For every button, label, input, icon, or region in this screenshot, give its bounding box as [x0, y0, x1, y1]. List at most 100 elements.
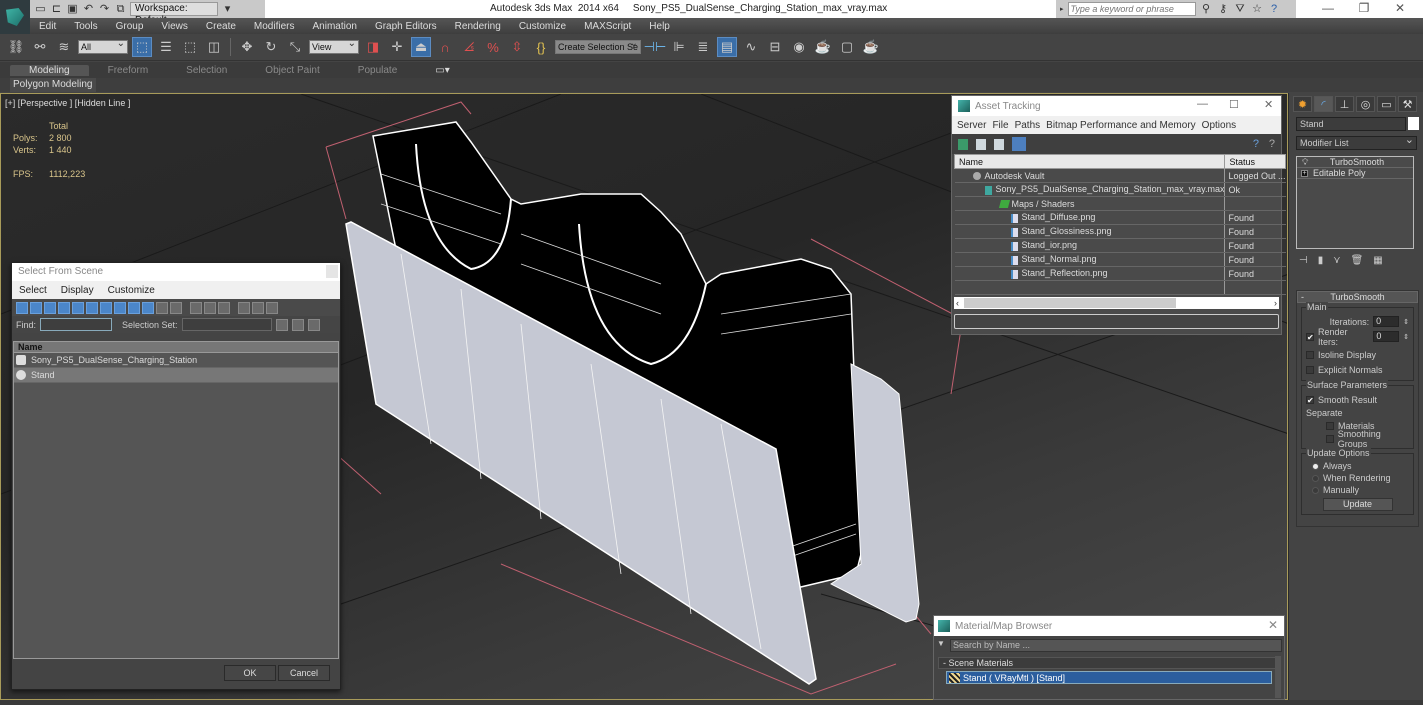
expand-icon[interactable]: +: [1301, 169, 1308, 177]
keyboard-shortcut-override-icon[interactable]: ⏏: [411, 37, 431, 57]
material-editor-icon[interactable]: ◉: [789, 37, 809, 57]
table-row[interactable]: Sony_PS5_DualSense_Charging_Station_max_…: [954, 182, 1286, 197]
tab-selection[interactable]: Selection: [167, 65, 246, 76]
list-item[interactable]: Sony_PS5_DualSense_Charging_Station: [14, 353, 338, 368]
table-view-icon[interactable]: [1012, 137, 1026, 151]
column-header-name[interactable]: Name: [953, 154, 1226, 169]
table-row[interactable]: Stand_Normal.png Found: [954, 252, 1286, 267]
spinner-snap-icon[interactable]: ⇳: [507, 37, 527, 57]
star-icon[interactable]: ☆: [1251, 3, 1264, 15]
remove-modifier-icon[interactable]: 🗑︎: [1351, 255, 1364, 266]
edit-named-selection-icon[interactable]: {}: [531, 37, 551, 57]
always-radio[interactable]: [1312, 462, 1319, 470]
menu-help[interactable]: Help: [640, 21, 679, 32]
scene-explorer-icon[interactable]: ▤: [717, 37, 737, 57]
close-button[interactable]: ✕: [1382, 0, 1418, 18]
menu-modifiers[interactable]: Modifiers: [245, 21, 304, 32]
material-search-input[interactable]: Search by Name ...: [950, 639, 1282, 652]
save-icon[interactable]: ▣: [66, 3, 79, 15]
project-folder-icon[interactable]: ⧉: [114, 3, 127, 15]
table-row[interactable]: Stand_Diffuse.png Found: [954, 210, 1286, 225]
refresh-icon[interactable]: [958, 138, 968, 150]
satellite-icon[interactable]: ⛛: [1234, 3, 1247, 15]
update-button[interactable]: Update: [1322, 498, 1393, 511]
select-none-icon[interactable]: [204, 301, 216, 314]
window-titlebar[interactable]: Asset Tracking — ☐ ✕: [952, 96, 1281, 116]
menu-maxscript[interactable]: MAXScript: [575, 21, 640, 32]
window-crossing-icon[interactable]: ◫: [204, 37, 224, 57]
isoline-display-checkbox[interactable]: [1306, 350, 1314, 359]
select-all-icon[interactable]: [190, 301, 202, 314]
list-item[interactable]: Stand: [14, 368, 338, 383]
app-menu-button[interactable]: [0, 0, 30, 34]
context-help-icon[interactable]: ?: [1269, 138, 1275, 150]
close-button[interactable]: [326, 265, 338, 278]
pin-stack-icon[interactable]: ⊣: [1299, 255, 1308, 266]
smoothing-groups-checkbox[interactable]: [1326, 434, 1334, 443]
new-file-icon[interactable]: ▭: [34, 3, 47, 15]
menu-file[interactable]: File: [989, 120, 1011, 131]
bones-filter-icon[interactable]: [128, 301, 140, 314]
restore-button[interactable]: ❐: [1346, 0, 1382, 18]
browser-options-icon[interactable]: ▼: [937, 639, 945, 648]
cancel-button[interactable]: Cancel: [278, 665, 330, 681]
ok-button[interactable]: OK: [224, 665, 276, 681]
rectangular-selection-icon[interactable]: ⬚: [180, 37, 200, 57]
mirror-icon[interactable]: ⊣⊢: [644, 37, 667, 57]
selection-set-dropdown[interactable]: [181, 318, 272, 331]
keyword-search-input[interactable]: [1067, 2, 1196, 16]
geometry-filter-icon[interactable]: [16, 301, 28, 314]
table-row[interactable]: Stand_ior.png Found: [954, 238, 1286, 253]
horizontal-scrollbar[interactable]: ‹ ›: [954, 297, 1279, 309]
align-icon[interactable]: ⊫: [669, 37, 689, 57]
render-setup-icon[interactable]: ☕: [813, 37, 833, 57]
viewport-label[interactable]: [+] [Perspective ] [Hidden Line ]: [5, 98, 130, 108]
render-production-icon[interactable]: ☕: [861, 37, 881, 57]
render-iters-checkbox[interactable]: ✔: [1306, 332, 1314, 341]
columns-icon[interactable]: [266, 301, 278, 314]
frozen-filter-icon[interactable]: [156, 301, 168, 314]
when-rendering-radio[interactable]: [1312, 474, 1319, 482]
close-button[interactable]: ✕: [1264, 98, 1273, 111]
create-selection-set-icon[interactable]: [275, 318, 288, 331]
display-tab-icon[interactable]: ▭: [1377, 96, 1396, 112]
menu-tools[interactable]: Tools: [65, 21, 106, 32]
layer-manager-icon[interactable]: ≣: [693, 37, 713, 57]
add-to-selection-set-icon[interactable]: [307, 318, 320, 331]
menu-display[interactable]: Display: [54, 285, 101, 296]
select-object-icon[interactable]: ⬚: [132, 37, 152, 57]
filter-options-icon[interactable]: [252, 301, 264, 314]
tab-freeform[interactable]: Freeform: [89, 65, 168, 76]
smooth-result-checkbox[interactable]: ✔: [1306, 395, 1314, 404]
window-titlebar[interactable]: Material/Map Browser ✕: [934, 616, 1284, 636]
menu-select[interactable]: Select: [12, 285, 54, 296]
column-header-status[interactable]: Status: [1224, 154, 1287, 169]
utilities-tab-icon[interactable]: ⚒: [1398, 96, 1417, 112]
create-tab-icon[interactable]: ✹: [1293, 96, 1312, 112]
undo-icon[interactable]: ↶: [82, 3, 95, 15]
make-unique-icon[interactable]: ⋎: [1333, 255, 1340, 266]
menu-bitmap-performance[interactable]: Bitmap Performance and Memory: [1043, 120, 1199, 131]
snaps-toggle-icon[interactable]: ∩: [435, 37, 455, 57]
cameras-filter-icon[interactable]: [58, 301, 70, 314]
ribbon-options-icon[interactable]: ▭▾: [416, 65, 468, 76]
help-icon[interactable]: ?: [1253, 138, 1259, 150]
stack-item-turbosmooth[interactable]: 💡︎ TurboSmooth: [1297, 157, 1413, 168]
scroll-left-icon[interactable]: ‹: [956, 298, 959, 308]
path-field[interactable]: [954, 314, 1279, 329]
menu-customize[interactable]: Customize: [101, 285, 162, 296]
help-icon[interactable]: ?: [1268, 3, 1281, 15]
customize-toolbar-icon[interactable]: ▾: [221, 3, 234, 15]
table-row[interactable]: Maps / Shaders: [954, 196, 1286, 211]
link-icon[interactable]: ⛓: [6, 37, 26, 57]
detail-view-icon[interactable]: [994, 138, 1004, 150]
motion-tab-icon[interactable]: ◎: [1356, 96, 1375, 112]
table-row[interactable]: Stand_Glossiness.png Found: [954, 224, 1286, 239]
scroll-right-icon[interactable]: ›: [1274, 298, 1277, 308]
list-view-icon[interactable]: [976, 138, 986, 150]
tab-modeling[interactable]: Modeling: [10, 64, 89, 76]
menu-views[interactable]: Views: [152, 21, 197, 32]
menu-edit[interactable]: Edit: [30, 21, 65, 32]
close-button[interactable]: ✕: [1268, 618, 1278, 632]
tab-populate[interactable]: Populate: [339, 65, 416, 76]
